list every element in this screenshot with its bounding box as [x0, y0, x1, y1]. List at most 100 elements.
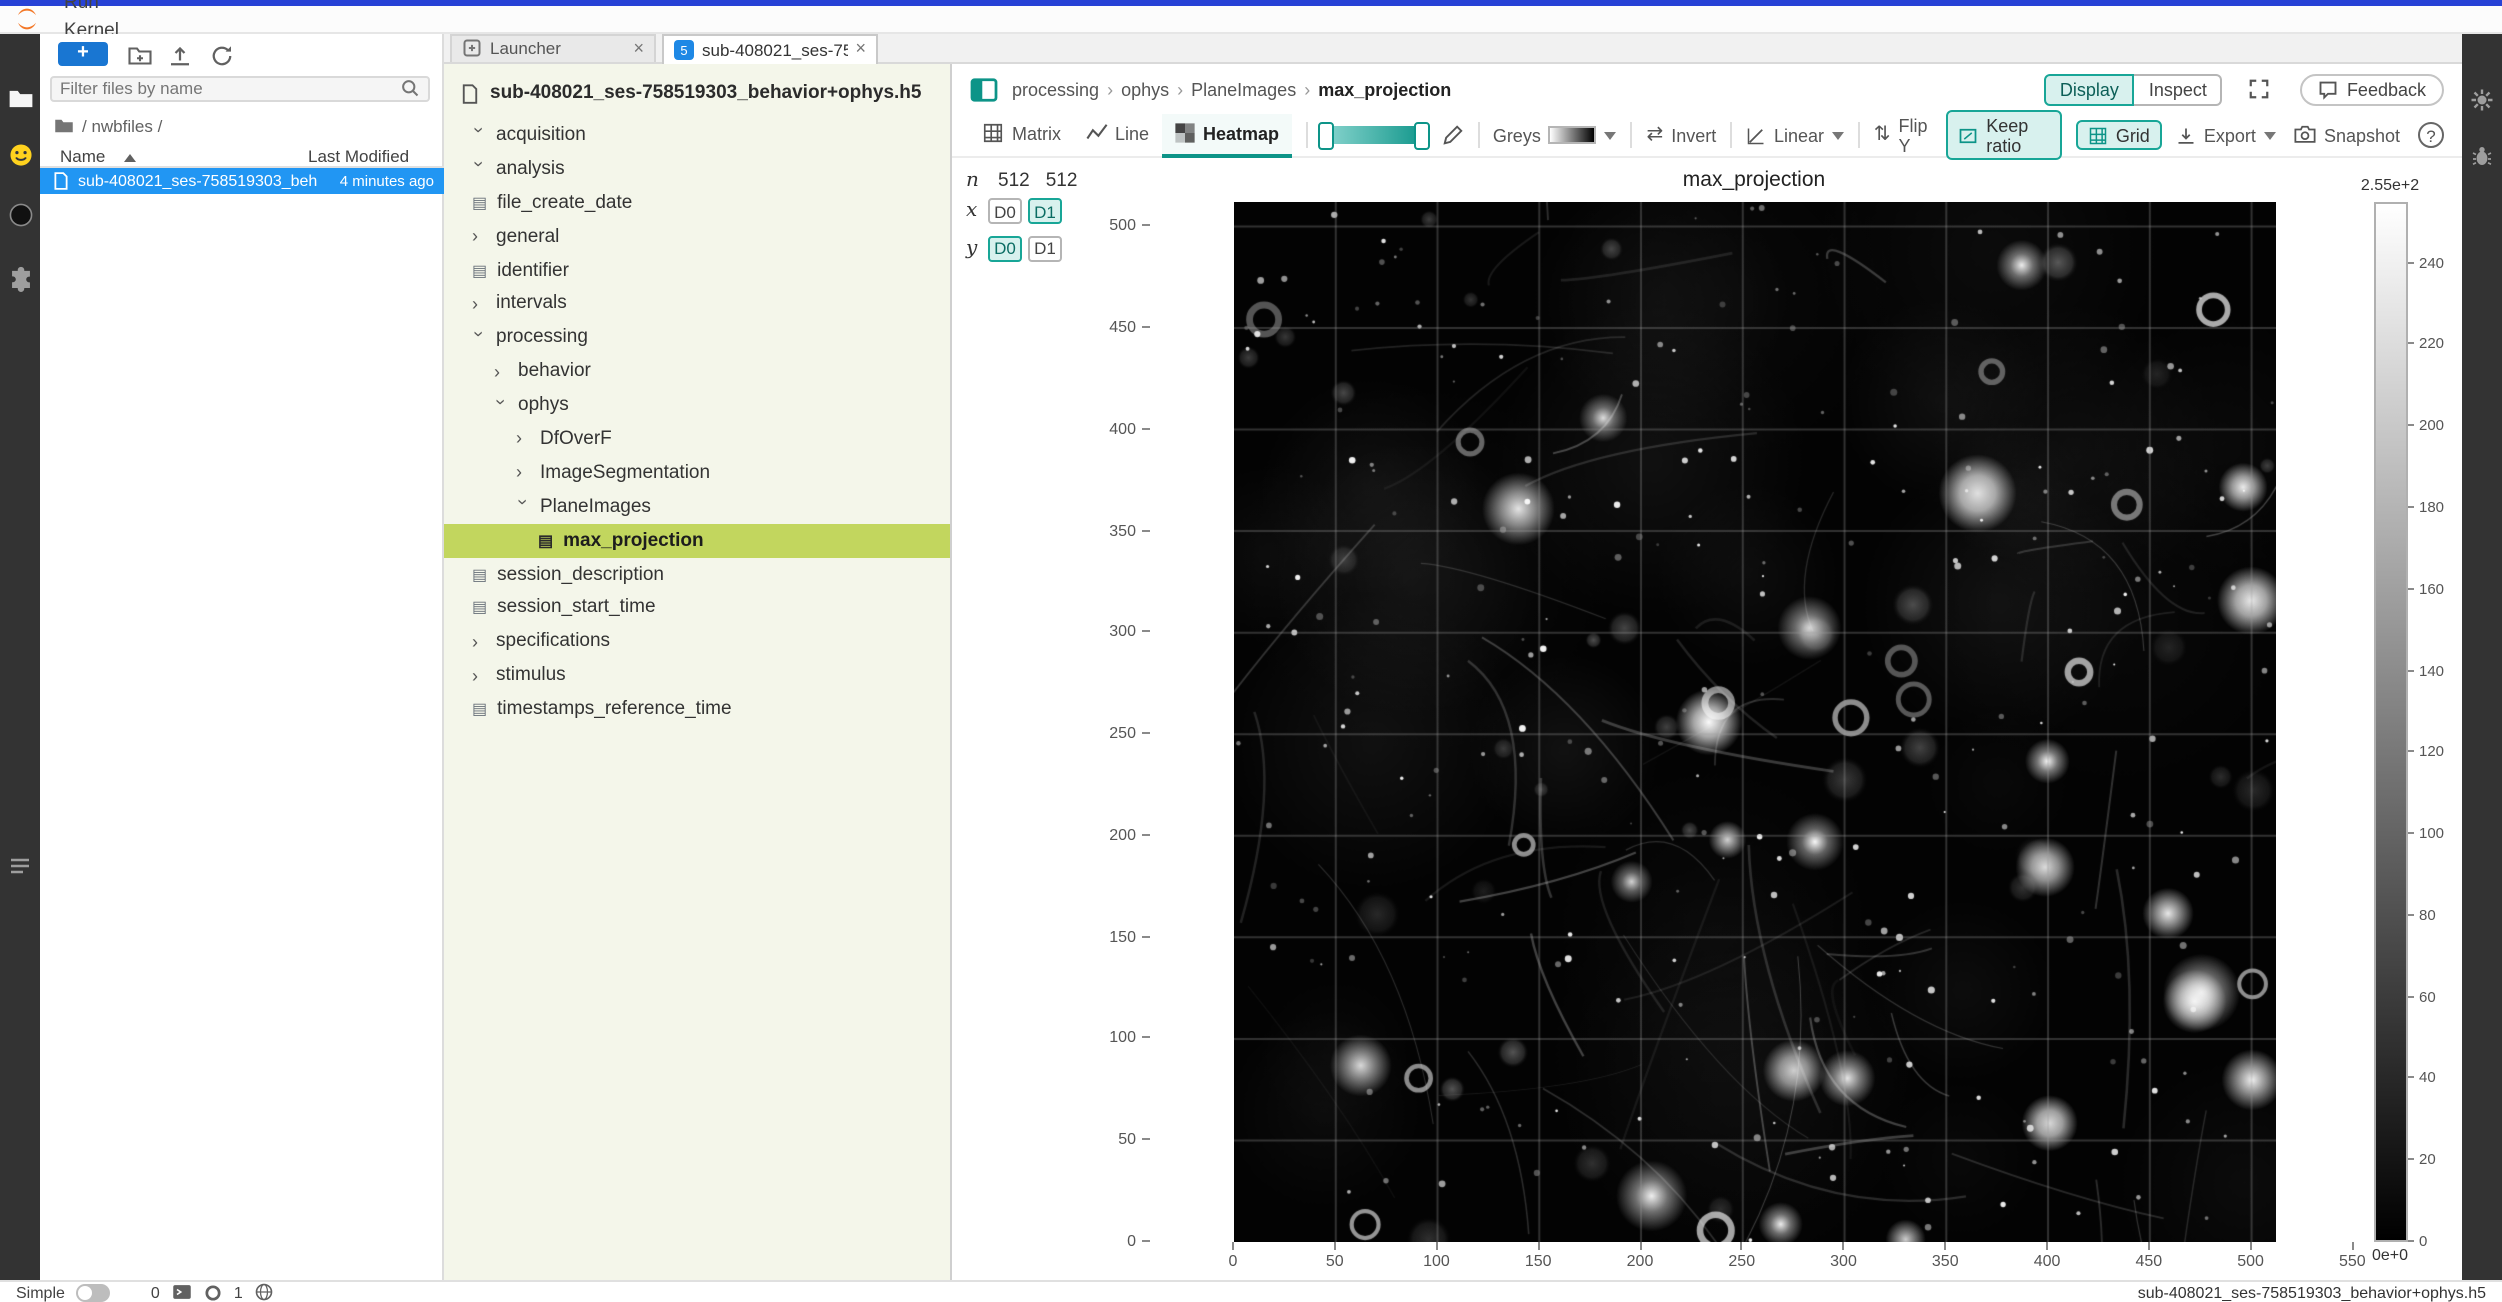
tree-group-acquisition[interactable]: ›acquisition [444, 118, 950, 152]
tab-sub-408021-ses-7585193[interactable]: 5sub-408021_ses-7585193× [662, 33, 878, 64]
x-dim-d0-button[interactable]: D0 [988, 198, 1022, 224]
simple-mode-label: Simple [16, 1283, 65, 1301]
extensions-puzzle-icon[interactable] [0, 265, 40, 291]
tab-launcher[interactable]: Launcher× [450, 33, 656, 62]
inspect-button[interactable]: Inspect [2135, 73, 2223, 105]
feedback-button[interactable]: Feedback [2301, 73, 2444, 105]
flip-y-toggle[interactable]: ⇅ Flip Y [1874, 115, 1933, 155]
edit-domain-icon[interactable] [1441, 124, 1463, 146]
tree-group-stimulus[interactable]: ›stimulus [444, 659, 950, 693]
colorbar [2373, 201, 2407, 1241]
y-dimension-mapper: y D0 D1 [966, 235, 1062, 261]
tree-group-intervals[interactable]: ›intervals [444, 287, 950, 321]
keep-ratio-toggle[interactable]: Keep ratio [1946, 110, 2062, 160]
h5-file-title: sub-408021_ses-758519303_behavior+ophys.… [444, 64, 950, 118]
new-folder-icon[interactable] [128, 43, 152, 67]
toggle-explorer-icon[interactable] [970, 77, 998, 101]
tree-dataset-timestamps_reference_time[interactable]: ▤timestamps_reference_time [444, 692, 950, 726]
vis-tab-line[interactable]: Line [1073, 113, 1161, 157]
colorbar-tick-label: 180 [2419, 498, 2444, 516]
tree-dataset-identifier[interactable]: ▤identifier [444, 253, 950, 287]
menu-item-run[interactable]: Run [50, 0, 147, 18]
y-dim-d0-button[interactable]: D0 [988, 235, 1022, 261]
table-of-contents-icon[interactable] [0, 853, 40, 877]
breadcrumb-PlaneImages[interactable]: PlaneImages [1191, 79, 1296, 99]
vis-tab-heatmap[interactable]: Heatmap [1161, 113, 1291, 157]
tree-dataset-max_projection[interactable]: ▤max_projection [444, 523, 950, 557]
column-name[interactable]: Name [60, 145, 105, 165]
y-tick-label: 400 [1060, 420, 1136, 438]
column-last-modified[interactable]: Last Modified [308, 145, 409, 165]
vis-tab-label: Matrix [1012, 123, 1061, 143]
tree-item-label: DfOverF [540, 428, 612, 450]
tree-group-DfOverF[interactable]: ›DfOverF [444, 422, 950, 456]
close-icon[interactable]: × [855, 41, 866, 59]
simple-mode-toggle[interactable] [77, 1283, 111, 1301]
domain-slider-min-handle[interactable] [1319, 121, 1335, 149]
new-launcher-button[interactable]: + [58, 42, 108, 66]
tab-label: sub-408021_ses-7585193 [702, 40, 847, 60]
grid-toggle[interactable]: Grid [2076, 120, 2162, 150]
file-browser-icon[interactable] [0, 85, 40, 111]
chevron-down-icon: › [491, 398, 511, 412]
invert-icon: ⇄ [1647, 124, 1664, 146]
y-dim-d1-button[interactable]: D1 [1028, 235, 1062, 261]
breadcrumb-ophys[interactable]: ophys [1121, 79, 1169, 99]
file-row[interactable]: sub-408021_ses-758519303_beha…4 minutes … [40, 168, 444, 193]
fullscreen-icon[interactable] [2249, 78, 2271, 100]
tree-item-label: timestamps_reference_time [497, 698, 731, 720]
tree-group-PlaneImages[interactable]: ›PlaneImages [444, 490, 950, 524]
scale-selector[interactable]: Linear [1746, 125, 1844, 145]
tree-dataset-session_start_time[interactable]: ▤session_start_time [444, 591, 950, 625]
tree-group-analysis[interactable]: ›analysis [444, 152, 950, 186]
tree-group-specifications[interactable]: ›specifications [444, 625, 950, 659]
kernel-count[interactable]: 1 [234, 1283, 243, 1301]
close-icon[interactable]: × [633, 40, 644, 58]
refresh-icon[interactable] [210, 43, 234, 67]
x-dim-d1-button[interactable]: D1 [1028, 198, 1062, 224]
terminal-count[interactable]: 0 [151, 1283, 160, 1301]
help-button[interactable]: ? [2418, 122, 2444, 148]
y-tick-label: 350 [1060, 521, 1136, 539]
export-icon [2176, 125, 2196, 145]
tree-group-ophys[interactable]: ›ophys [444, 388, 950, 422]
matrix-icon [982, 122, 1004, 144]
breadcrumb-max_projection[interactable]: max_projection [1318, 79, 1451, 99]
tree-group-ImageSegmentation[interactable]: ›ImageSegmentation [444, 456, 950, 490]
domain-slider-max-handle[interactable] [1413, 121, 1429, 149]
tree-dataset-file_create_date[interactable]: ▤file_create_date [444, 186, 950, 220]
dataset-icon: ▤ [472, 261, 487, 279]
dark-circle-icon[interactable] [0, 201, 40, 227]
shape-dim0: 512 [998, 170, 1030, 192]
tree-group-processing[interactable]: ›processing [444, 321, 950, 355]
x-tick [1639, 1241, 1641, 1249]
display-button[interactable]: Display [2044, 73, 2135, 105]
chevron-right-icon: › [472, 294, 486, 314]
x-tick [2351, 1241, 2353, 1249]
snapshot-button[interactable]: Snapshot [2294, 124, 2400, 146]
globe-icon[interactable] [255, 1282, 275, 1302]
left-activity-bar [0, 33, 40, 1280]
property-inspector-icon[interactable] [2462, 87, 2502, 111]
vis-tab-matrix[interactable]: Matrix [970, 113, 1073, 157]
invert-toggle[interactable]: ⇄ Invert [1647, 124, 1717, 146]
kernel-icon [204, 1283, 222, 1301]
tree-dataset-session_description[interactable]: ▤session_description [444, 557, 950, 591]
colormap-selector[interactable]: Greys [1493, 125, 1617, 145]
huggingface-icon[interactable] [0, 141, 40, 167]
x-tick-label: 150 [1508, 1252, 1568, 1270]
menu-bar: FileEditViewRunKernelTabsSettingsHelp [0, 5, 2502, 33]
breadcrumb-processing[interactable]: processing [1012, 79, 1099, 99]
file-filter-input[interactable] [52, 78, 400, 98]
upload-icon[interactable] [168, 43, 192, 67]
grid-icon [2088, 125, 2108, 145]
heatmap-image[interactable] [1233, 201, 2275, 1241]
export-button[interactable]: Export [2176, 125, 2276, 145]
breadcrumb[interactable]: / nwbfiles / [54, 113, 162, 137]
domain-slider[interactable] [1321, 126, 1427, 144]
tree-group-behavior[interactable]: ›behavior [444, 354, 950, 388]
debugger-bug-icon[interactable] [2462, 143, 2502, 167]
h5-file-name: sub-408021_ses-758519303_behavior+ophys.… [490, 82, 921, 104]
tree-item-label: file_create_date [497, 191, 632, 213]
tree-group-general[interactable]: ›general [444, 219, 950, 253]
